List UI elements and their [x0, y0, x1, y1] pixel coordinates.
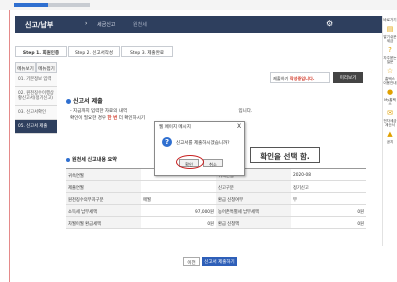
- chevron-right-icon: ›: [85, 20, 88, 27]
- table-cell: 0원: [207, 222, 214, 227]
- menu-open-tab[interactable]: 메뉴보기: [15, 62, 36, 73]
- side-menu-item[interactable]: 01. 기본정보 입력: [15, 73, 57, 87]
- cancel-button[interactable]: 취소: [203, 159, 223, 167]
- highlight-circle: [176, 155, 204, 169]
- step-tab-3[interactable]: Step 3. 제출완료: [121, 46, 173, 57]
- notice-icon: ▲: [387, 129, 393, 138]
- quick-nav-label: 공지: [386, 139, 394, 144]
- table-cell: 신고구분: [216, 181, 291, 192]
- status-notice: 제출하기 작성중입니다.: [270, 72, 330, 83]
- submit-return-button[interactable]: 신고서 제출하기: [202, 257, 237, 266]
- side-menu: 메뉴보기 메뉴접기 01. 기본정보 입력 02. 원천징수이행상황신고서(정기…: [15, 62, 57, 134]
- right-quick-nav: 바로가기 ▤ 알기쉬운 세금 ? 자주묻는 질문 ☆ 홈택스 이용안내 ● My…: [382, 16, 397, 246]
- table-cell: 환급 신청액: [216, 217, 291, 228]
- section-title-text: 원천세 신고내용 요약: [72, 157, 117, 163]
- browser-top-strip: [0, 0, 397, 10]
- section-title-submit: 신고서 제출: [66, 96, 103, 105]
- guide-icon: ☆: [386, 66, 394, 75]
- table-cell: 정기신고: [293, 186, 309, 191]
- notice-prefix: 제출하기: [273, 76, 290, 81]
- side-menu-item[interactable]: 02. 원천징수이행상황신고서(정기신고): [15, 87, 57, 106]
- quick-nav-item[interactable]: ☆ 홈택스 이용안내: [383, 67, 397, 86]
- note-emphasis: 한 번: [107, 116, 118, 121]
- side-menu-item-active[interactable]: 05. 신고서 제출: [15, 120, 57, 134]
- table-cell: 차월이월 환급세액: [66, 217, 141, 228]
- left-margin-rule: [9, 10, 10, 282]
- table-cell: 0원: [357, 222, 364, 227]
- side-menu-item[interactable]: 03. 신고서확인: [15, 106, 57, 120]
- user-icon: ●: [386, 87, 394, 96]
- section-header-bar: 신고/납부 › 세금신고 원천세 ⚙: [15, 16, 382, 33]
- menu-close-tab[interactable]: 메뉴접기: [36, 62, 57, 73]
- table-cell: 소득세 납부세액: [66, 205, 141, 216]
- close-icon[interactable]: X: [237, 123, 241, 130]
- breadcrumb-item[interactable]: 세금신고: [97, 21, 115, 28]
- breadcrumb-item[interactable]: 원천세: [133, 21, 147, 28]
- table-cell: 부: [293, 198, 297, 203]
- bullet-icon: [66, 157, 70, 162]
- top-strip-gray: [48, 3, 90, 7]
- page-title: 신고/납부: [25, 21, 54, 29]
- table-cell: 원천징수의무자구분: [66, 193, 141, 204]
- question-icon: ?: [162, 137, 172, 147]
- table-cell: 환급 신청여부: [216, 193, 291, 204]
- question-icon: ?: [388, 45, 392, 54]
- quick-nav-item[interactable]: ▲ 공지: [383, 130, 397, 145]
- quick-nav-label: My홈택스: [384, 97, 396, 107]
- table-row: 제출연월 신고구분 정기신고: [66, 181, 366, 193]
- quick-nav-item[interactable]: ▤ 알기쉬운 세금: [383, 25, 397, 44]
- quick-nav-label: 전자세금계산서: [383, 118, 397, 128]
- prev-button[interactable]: 이전: [183, 257, 200, 266]
- quick-nav-label: 알기쉬운 세금: [383, 34, 397, 44]
- submit-note: - 지금까지 입력한 자료의 내역 입니다. 확인이 필요한 경우 한 번 더 …: [70, 108, 252, 122]
- table-row: 소득세 납부세액 97,000원 농어촌특별세 납부세액 0원: [66, 205, 366, 217]
- confirm-dialog: 웹 페이지 메시지 X ? 신고서를 제출하시겠습니까? 확인 취소: [154, 121, 245, 176]
- side-menu-tabs: 메뉴보기 메뉴접기: [15, 62, 57, 73]
- step-tab-2[interactable]: Step 2. 신고서작성: [68, 46, 120, 57]
- table-cell: 2020-08: [293, 173, 311, 178]
- quick-nav-label: 홈택스 이용안내: [383, 76, 397, 86]
- bullet-icon: [66, 99, 71, 104]
- quick-nav-item[interactable]: ● My홈택스: [383, 88, 397, 107]
- note-text: - 지금까지 입력한 자료의 내역: [70, 109, 128, 114]
- gear-icon[interactable]: ⚙: [326, 19, 333, 28]
- note-text: 확인이 필요한 경우: [70, 116, 108, 121]
- table-cell: 농어촌특별세 납부세액: [216, 205, 291, 216]
- step-tab-1[interactable]: Step 1. 회원인증: [15, 46, 67, 57]
- quick-nav-item[interactable]: ✉ 전자세금계산서: [383, 109, 397, 128]
- top-strip-accent: [14, 3, 48, 7]
- quick-nav-label: 자주묻는 질문: [383, 55, 397, 65]
- table-cell: 0원: [357, 210, 364, 215]
- table-cell: 귀속연월: [66, 169, 141, 180]
- table-cell: 97,000원: [195, 210, 214, 215]
- note-text: 입니다.: [238, 109, 253, 114]
- summary-table: 귀속연월 귀속연월 2020-08 제출연월 신고구분 정기신고 원천징수의무자…: [66, 168, 366, 229]
- quick-nav-item[interactable]: ? 자주묻는 질문: [383, 46, 397, 65]
- table-cell: 제출연월: [66, 181, 141, 192]
- section-title-text: 신고서 제출: [73, 98, 103, 105]
- mail-icon: ✉: [387, 108, 393, 117]
- table-row: 차월이월 환급세액 0원 환급 신청액 0원: [66, 217, 366, 229]
- table-row: 원천징수의무자구분 매월 환급 신청여부 부: [66, 193, 366, 205]
- table-cell: [141, 181, 216, 192]
- note-text: 더 확인하시기: [117, 116, 145, 121]
- preview-button[interactable]: 미리보기: [333, 72, 363, 83]
- dialog-message: 신고서를 제출하시겠습니까?: [176, 141, 230, 146]
- table-cell: 매월: [143, 198, 151, 203]
- instruction-callout: 확인을 선택 함.: [250, 147, 320, 163]
- notice-emphasis: 작성중입니다.: [289, 76, 315, 81]
- quick-nav-title: 바로가기: [383, 18, 397, 22]
- dialog-title: 웹 페이지 메시지: [159, 125, 191, 130]
- section-title-summary: 원천세 신고내용 요약: [66, 156, 117, 163]
- book-icon: ▤: [386, 24, 394, 33]
